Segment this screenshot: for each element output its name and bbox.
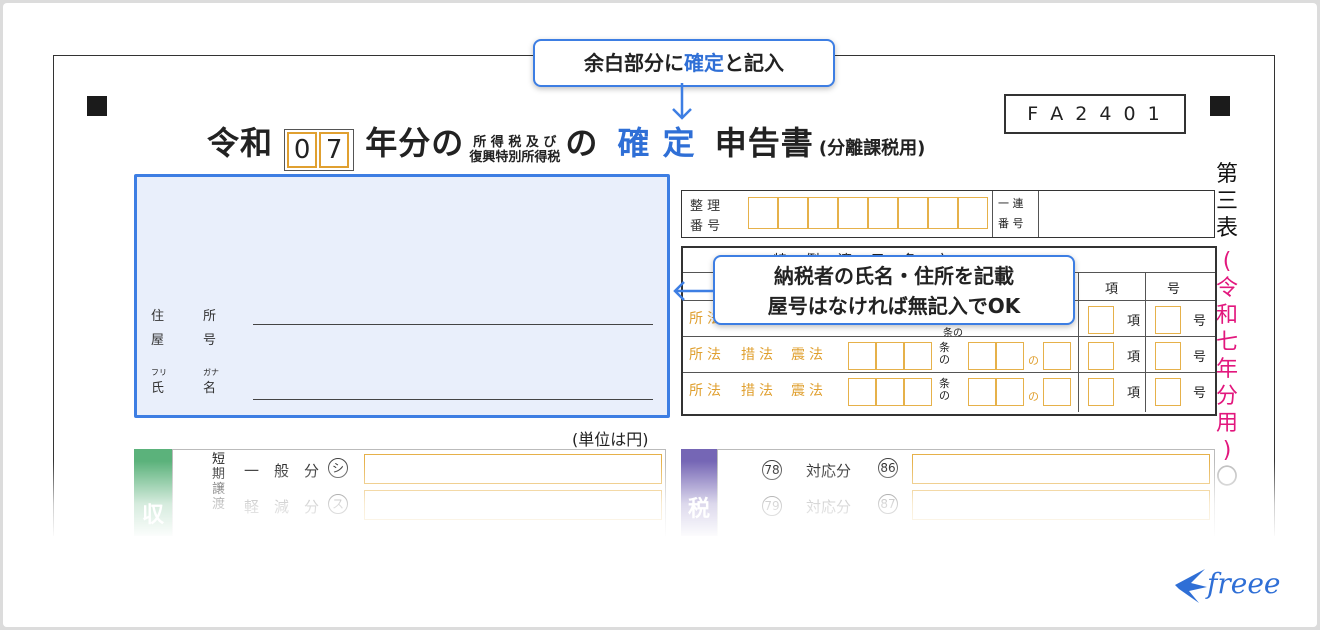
seiri-cell[interactable] [838, 197, 868, 229]
kou-cell[interactable] [1088, 306, 1114, 334]
jo-cell[interactable] [848, 378, 876, 406]
jo-cell[interactable] [876, 342, 904, 370]
kou-cell[interactable] [1088, 342, 1114, 370]
row-label: 一 般 分 [244, 462, 320, 480]
screenshot-frame: 令和 07 年分の 所 得 税 及 び 復興特別所得税 の 確 定 申告書 (分… [3, 3, 1317, 627]
row-num: 79 [762, 496, 782, 516]
kakutei-callout: 余白部分に確定と記入 [533, 39, 835, 87]
jo-cell[interactable] [848, 342, 876, 370]
seiri-cell[interactable] [868, 197, 898, 229]
form-code-box: F A 2 4 0 1 [1004, 94, 1186, 134]
title-bunri: (分離課税用) [818, 138, 926, 159]
jo-cell[interactable] [968, 378, 996, 406]
year-box: 07 [284, 128, 355, 171]
form-title: 令和 07 年分の 所 得 税 及 び 復興特別所得税 の 確 定 申告書 (分… [207, 118, 925, 171]
amount-field[interactable] [364, 490, 662, 520]
down-arrow-icon [672, 83, 692, 120]
jo-cell[interactable] [996, 342, 1024, 370]
seiri-bango-row: 整 理 番 号 一 連 番 号 [681, 190, 1215, 238]
row-mark: 87 [878, 494, 898, 514]
name-line [253, 399, 653, 400]
income-tab: 収 [134, 449, 172, 539]
row-label: 対応分 [806, 498, 852, 516]
left-arrow-icon [673, 281, 715, 301]
row-mark: 86 [878, 458, 898, 478]
amount-field[interactable] [912, 454, 1210, 484]
kou-cell[interactable] [1088, 378, 1114, 406]
taxpayer-name-address-box[interactable]: 住 所 屋 号 フリ ガナ 氏 名 [134, 174, 670, 418]
freee-logo: freee [1171, 563, 1295, 607]
jo-cell[interactable] [1043, 378, 1071, 406]
address-line [253, 324, 653, 325]
jo-cell[interactable] [996, 378, 1024, 406]
row-mark: ス [328, 494, 348, 514]
title-shinkokusho: 申告書 [714, 124, 814, 162]
tax-form-sheet: 令和 07 年分の 所 得 税 及 び 復興特別所得税 の 確 定 申告書 (分… [53, 55, 1275, 576]
jo-cell[interactable] [904, 378, 932, 406]
taxpayer-callout: 納税者の氏名・住所を記載 屋号はなければ無記入でOK [713, 255, 1075, 325]
amount-field[interactable] [364, 454, 662, 484]
jo-cell[interactable] [876, 378, 904, 406]
row-label: 対応分 [806, 462, 852, 480]
gou-cell[interactable] [1155, 342, 1181, 370]
seiri-cell[interactable] [928, 197, 958, 229]
jo-cell[interactable] [968, 342, 996, 370]
title-reiwa: 令和 [207, 124, 274, 162]
jo-cell[interactable] [1043, 342, 1071, 370]
title-no: の [565, 124, 599, 162]
seiri-cell[interactable] [748, 197, 778, 229]
corner-mark-left [87, 96, 107, 116]
seiri-cell[interactable] [898, 197, 928, 229]
tax-type-label: 所 得 税 及 び 復興特別所得税 [469, 134, 561, 165]
title-kakutei: 確 定 [617, 124, 696, 162]
tax-tab: 税 [681, 449, 717, 539]
row-num: 78 [762, 460, 782, 480]
seiri-cell[interactable] [958, 197, 988, 229]
year-digit-2: 7 [319, 131, 350, 168]
jo-cell[interactable] [904, 342, 932, 370]
row-mark: シ [328, 458, 348, 478]
corner-mark-right [1210, 96, 1230, 116]
gou-cell[interactable] [1155, 378, 1181, 406]
title-nenbun: 年分の [365, 124, 465, 162]
amount-field[interactable] [912, 490, 1210, 520]
unit-label: (単位は円) [572, 430, 649, 449]
seiri-cell[interactable] [778, 197, 808, 229]
short-term-label: 短期譲渡 [212, 452, 226, 512]
seiri-cell[interactable] [808, 197, 838, 229]
row-label: 軽 減 分 [244, 498, 320, 516]
bottom-area [3, 536, 1317, 627]
gou-cell[interactable] [1155, 306, 1181, 334]
year-digit-1: 0 [287, 131, 318, 168]
freee-bird-icon [1175, 569, 1207, 603]
